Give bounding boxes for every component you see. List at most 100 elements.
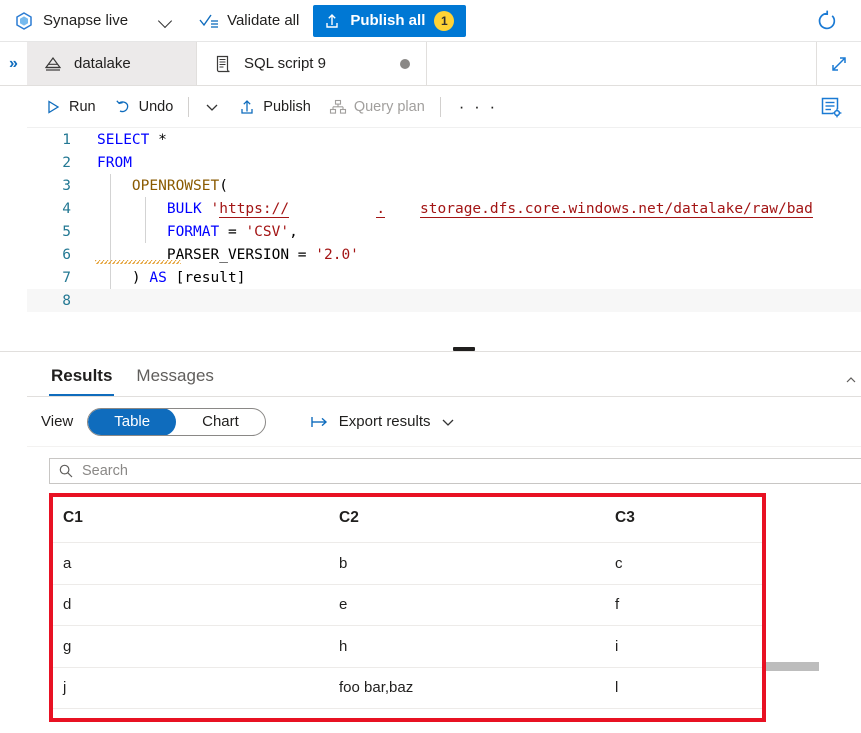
line-number: 7	[62, 269, 71, 286]
toolbar-divider-2	[439, 96, 441, 117]
results-table[interactable]: C1 C2 C3 a b c d e f g h i j foo bar,baz l	[49, 493, 766, 722]
code-token: )	[131, 269, 150, 286]
play-triangle-icon	[44, 98, 62, 116]
export-arrow-icon	[310, 414, 330, 430]
code-line-text: SELECT *	[83, 132, 167, 148]
table-row[interactable]: def	[49, 585, 766, 626]
undo-label: Undo	[138, 98, 174, 115]
table-cell[interactable]: b	[325, 555, 601, 572]
table-cell[interactable]: d	[49, 596, 325, 613]
table-cell[interactable]: l	[601, 679, 766, 696]
table-cell[interactable]: g	[49, 638, 325, 655]
publish-all-label: Publish all	[350, 12, 426, 29]
run-button[interactable]: Run	[35, 91, 105, 123]
chevron-down-icon[interactable]	[159, 14, 173, 28]
table-column-header[interactable]: C1	[49, 509, 325, 527]
line-number: 6	[62, 246, 71, 263]
table-row[interactable]: ghi	[49, 626, 766, 668]
query-plan-label: Query plan	[353, 98, 425, 115]
code-token: SELECT	[97, 131, 150, 148]
code-line[interactable]: 1 SELECT *	[27, 128, 861, 151]
document-tab-strip: » datalake SQL script 9	[0, 42, 861, 86]
editor-hscroll-track[interactable]	[27, 330, 861, 671]
undo-arrow-icon	[114, 98, 132, 116]
code-token: storage.dfs.core.windows.net/datalake/ra…	[420, 200, 813, 218]
table-cell[interactable]: c	[601, 555, 766, 572]
export-results-button[interactable]: Export results	[310, 413, 456, 430]
table-cell[interactable]: j	[49, 679, 325, 696]
tab-sql-script-9[interactable]: SQL script 9	[197, 42, 427, 85]
line-number: 2	[62, 154, 71, 171]
code-token: https://	[219, 200, 290, 218]
table-column-header[interactable]: C3	[601, 509, 766, 527]
publish-all-button[interactable]: Publish all 1	[313, 4, 467, 37]
code-line[interactable]: 2 FROM	[27, 151, 861, 174]
publish-all-count-badge: 1	[434, 10, 455, 31]
synapse-hexagon-icon	[14, 11, 34, 31]
tab-messages[interactable]: Messages	[124, 366, 225, 396]
table-cell[interactable]: f	[601, 596, 766, 613]
code-line[interactable]: 3 OPENROWSET(	[27, 174, 861, 197]
code-token: ____	[385, 200, 421, 217]
view-mode-table[interactable]: Table	[88, 408, 177, 435]
code-line[interactable]: 5 FORMAT = 'CSV',	[27, 220, 861, 243]
table-column-header[interactable]: C2	[325, 509, 601, 527]
line-number: 8	[62, 292, 71, 309]
query-plan-button[interactable]: Query plan	[320, 91, 434, 123]
view-label: View	[41, 413, 74, 430]
view-mode-chart[interactable]: Chart	[176, 409, 265, 435]
table-row[interactable]: j foo bar,baz l	[49, 668, 766, 709]
code-token: (	[219, 177, 228, 194]
table-row[interactable]: abc	[49, 543, 766, 585]
sidebar-expand-button[interactable]: »	[0, 42, 27, 85]
code-token: [result]	[166, 269, 246, 286]
script-toolbar: Run Undo Publish Query plan · · ·	[27, 86, 861, 128]
sql-code-editor[interactable]: 1 SELECT * 2 FROM 3 OPENROWSET(4 BULK 'https…	[27, 128, 861, 313]
undo-dropdown-button[interactable]	[195, 91, 229, 123]
synapse-live-label: Synapse live	[43, 12, 129, 29]
table-cell[interactable]: foo bar,baz	[325, 679, 601, 696]
line-number: 5	[62, 223, 71, 240]
tab-datalake-label: datalake	[74, 55, 131, 72]
code-line[interactable]: 8	[27, 289, 861, 312]
search-input[interactable]: Search	[49, 458, 861, 484]
code-line-text: OPENROWSET(	[83, 178, 228, 194]
code-line[interactable]: 6 PARSER_VERSION = '2.0'	[27, 243, 861, 266]
sql-script-icon	[213, 54, 233, 74]
search-placeholder: Search	[82, 463, 128, 479]
table-cell[interactable]: i	[601, 638, 766, 655]
more-commands-button[interactable]: · · ·	[447, 97, 510, 117]
refresh-button[interactable]	[815, 9, 839, 33]
tab-datalake[interactable]: datalake	[27, 42, 197, 85]
synapse-studio-window: Synapse live Validate all Publish all 1 …	[0, 0, 861, 733]
table-cell[interactable]: h	[325, 638, 601, 655]
synapse-live-mode-switcher[interactable]: Synapse live	[0, 0, 173, 42]
tab-results[interactable]: Results	[39, 366, 124, 396]
code-token: PARSER_VERSION	[166, 246, 290, 263]
tab-unsaved-indicator[interactable]	[400, 58, 410, 69]
splitter-grip[interactable]	[453, 347, 475, 351]
chevron-up-icon[interactable]	[845, 374, 861, 396]
code-line[interactable]: 4 BULK 'https://__________.____storage.d…	[27, 197, 861, 220]
table-cell[interactable]: e	[325, 596, 601, 613]
code-line[interactable]: 7 ) AS [result]	[27, 266, 861, 289]
publish-button[interactable]: Publish	[229, 91, 320, 123]
code-token: __________	[289, 200, 377, 217]
code-token: FORMAT	[166, 223, 220, 240]
run-label: Run	[69, 98, 96, 115]
code-token: BULK	[166, 200, 202, 217]
line-number: 1	[62, 131, 71, 148]
validate-all-button[interactable]: Validate all	[199, 0, 299, 42]
expand-editor-button[interactable]	[817, 42, 861, 85]
line-number: 4	[62, 200, 71, 217]
code-token: =	[219, 223, 246, 240]
properties-button[interactable]	[819, 95, 861, 119]
code-line-text: ) AS [result]	[83, 269, 246, 286]
undo-button[interactable]: Undo	[105, 91, 183, 123]
validate-all-label: Validate all	[227, 12, 300, 29]
table-cell[interactable]: a	[49, 555, 325, 572]
editor-results-splitter[interactable]	[0, 343, 861, 352]
